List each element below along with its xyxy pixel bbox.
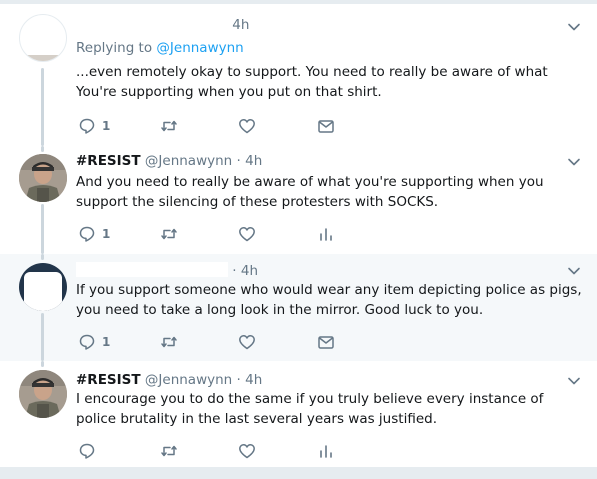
retweet-icon	[161, 228, 177, 240]
conversation-timeline: 4h Replying to @Jennawynn ...even remote…	[0, 0, 597, 479]
tweet-header: #RESIST @Jennawynn · 4h	[76, 372, 557, 390]
tweet-timestamp[interactable]: 4h	[245, 153, 262, 169]
tweet-header: 4h	[76, 16, 557, 34]
like-icon	[239, 227, 255, 242]
bottom-divider	[0, 467, 597, 479]
like-button[interactable]	[238, 116, 256, 136]
analytics-icon	[320, 228, 332, 241]
reply-count: 1	[102, 335, 111, 349]
tweet-text: ...even remotely okay to support. You ne…	[76, 64, 548, 100]
like-icon	[239, 335, 255, 350]
display-name[interactable]: #RESIST	[76, 372, 141, 388]
more-options-caret[interactable]	[567, 20, 581, 34]
direct-message-button[interactable]	[317, 332, 335, 352]
reply-count: 1	[102, 227, 111, 241]
replying-to-label: Replying to	[76, 40, 153, 56]
tweet-timestamp[interactable]: 4h	[232, 17, 249, 33]
thread-connector-line	[41, 254, 44, 260]
chevron-down-icon	[568, 267, 580, 275]
like-icon	[239, 444, 255, 459]
tweet-actions: 1	[76, 224, 356, 244]
tweet-text: And you need to really be aware of what …	[76, 174, 544, 210]
tweet-text: If you support someone who would wear an…	[76, 282, 582, 318]
retweet-icon	[161, 120, 177, 132]
avatar[interactable]	[19, 154, 67, 202]
tweet-4[interactable]: #RESIST @Jennawynn · 4h I encourage you …	[0, 361, 597, 467]
like-button[interactable]	[238, 441, 256, 461]
user-handle[interactable]: @Jennawynn	[145, 153, 232, 169]
direct-message-icon	[318, 120, 334, 133]
chevron-down-icon	[568, 377, 580, 385]
reply-button[interactable]: 1	[78, 332, 110, 352]
like-button[interactable]	[238, 224, 256, 244]
direct-message-button[interactable]	[317, 116, 335, 136]
retweet-icon	[161, 336, 177, 348]
separator-dot: ·	[236, 372, 241, 388]
analytics-button[interactable]	[317, 224, 335, 244]
tweet-actions: 1	[76, 332, 356, 352]
tweet-1[interactable]: 4h Replying to @Jennawynn ...even remote…	[0, 4, 597, 146]
tweet-header: · 4h	[76, 262, 557, 280]
tweet-actions	[76, 441, 356, 461]
tweet-actions: 1	[76, 116, 356, 136]
reply-to-mention-link[interactable]: @Jennawynn	[156, 40, 243, 56]
thread-connector-line	[41, 204, 44, 254]
thread-connector-line	[41, 146, 44, 152]
profile-photo	[19, 370, 67, 418]
analytics-icon	[320, 445, 332, 458]
reply-count: 1	[102, 119, 111, 133]
separator-dot: ·	[236, 153, 241, 169]
tweet-timestamp[interactable]: 4h	[245, 372, 262, 388]
redacted-user-name	[76, 16, 228, 31]
reply-icon	[79, 226, 95, 242]
tweet-header: #RESIST @Jennawynn · 4h	[76, 153, 557, 171]
like-icon	[239, 119, 255, 134]
display-name[interactable]: #RESIST	[76, 153, 141, 169]
reply-button[interactable]	[78, 441, 102, 461]
reply-button[interactable]: 1	[78, 116, 110, 136]
avatar[interactable]	[19, 263, 67, 311]
tweet-2[interactable]: #RESIST @Jennawynn · 4h And you need to …	[0, 146, 597, 254]
user-handle[interactable]: @Jennawynn	[145, 372, 232, 388]
tweet-text: I encourage you to do the same if you tr…	[76, 391, 544, 427]
more-options-caret[interactable]	[567, 155, 581, 169]
thread-connector-line	[41, 361, 44, 367]
retweet-button[interactable]	[160, 116, 178, 136]
reply-icon	[79, 443, 95, 459]
chevron-down-icon	[568, 158, 580, 166]
retweet-button[interactable]	[160, 332, 178, 352]
avatar[interactable]	[19, 14, 67, 62]
tweet-timestamp[interactable]: 4h	[241, 263, 258, 279]
chevron-down-icon	[568, 23, 580, 31]
analytics-button[interactable]	[317, 441, 335, 461]
retweet-icon	[161, 445, 177, 457]
replying-to-line: Replying to @Jennawynn	[76, 40, 244, 56]
more-options-caret[interactable]	[567, 374, 581, 388]
thread-connector-line	[41, 313, 44, 361]
avatar[interactable]	[19, 370, 67, 418]
retweet-button[interactable]	[160, 441, 178, 461]
reply-icon	[79, 118, 95, 134]
reply-button[interactable]: 1	[78, 224, 110, 244]
profile-photo	[19, 154, 67, 202]
direct-message-icon	[318, 336, 334, 349]
separator-dot: ·	[232, 263, 237, 279]
retweet-button[interactable]	[160, 224, 178, 244]
more-options-caret[interactable]	[567, 264, 581, 278]
thread-connector-line	[41, 68, 44, 146]
redacted-user-name	[76, 262, 228, 277]
tweet-3[interactable]: · 4h If you support someone who would we…	[0, 254, 597, 361]
reply-icon	[79, 334, 95, 350]
like-button[interactable]	[238, 332, 256, 352]
